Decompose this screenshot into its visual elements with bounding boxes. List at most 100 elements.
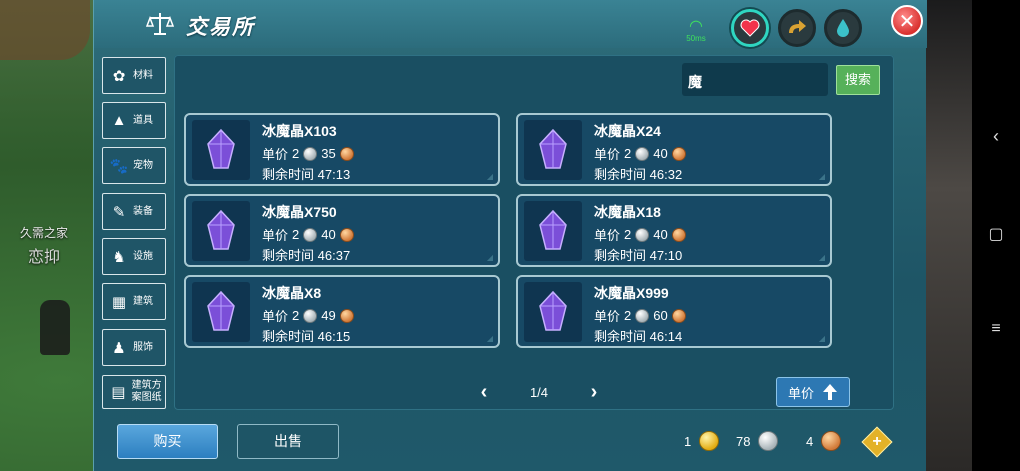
listing-time: 剩余时间 46:14 <box>594 326 682 345</box>
time-value: 46:14 <box>649 329 683 344</box>
sort-label: 单价 <box>787 385 814 401</box>
price-label: 单价 <box>262 228 289 243</box>
listing-time: 剩余时间 46:15 <box>262 326 350 345</box>
ice-crystal-icon <box>524 120 582 180</box>
exchange-panel: 交易所 ◠ 50ms ✕ ✿ 材料 ▲ 道具 🐾 宠物 ✎ 装备 ♞ 设施 ▦ … <box>93 0 927 471</box>
wallet-silver: 78 <box>736 431 779 451</box>
copper-coin-icon <box>821 431 842 451</box>
listing-name: 冰魔晶X8 <box>262 285 322 301</box>
sidebar-item-label: 设施 <box>133 250 153 262</box>
player-guild: 久需之家 <box>19 226 68 240</box>
add-currency-button[interactable]: + <box>861 426 893 458</box>
listing-price: 单价 2 49 <box>262 306 354 325</box>
back-icon[interactable]: ‹ <box>972 126 1020 147</box>
silver-coin-icon <box>635 227 650 242</box>
price-label: 单价 <box>594 309 621 324</box>
copper-coin-icon <box>339 227 354 242</box>
android-nav-bar: ‹ ▢ ≡ <box>972 0 1020 471</box>
copper-coin-icon <box>339 308 354 323</box>
home-icon[interactable]: ▢ <box>972 224 1020 244</box>
sidebar-item-facilities[interactable]: ♞ 设施 <box>102 238 166 275</box>
search-input[interactable]: 魔 <box>682 63 828 96</box>
sidebar-item-label: 道具 <box>133 114 153 126</box>
sort-by-price-button[interactable]: 单价 <box>776 377 850 407</box>
copper-balance: 4 <box>806 433 814 449</box>
stamina-gauge[interactable] <box>778 9 816 47</box>
corner-mark-icon: ◢ <box>486 172 493 181</box>
prev-page-icon[interactable]: ‹ <box>474 381 494 404</box>
listing-card[interactable]: 冰魔晶X18 单价 2 40 剩余时间 47:10 ◢ <box>516 194 832 267</box>
silver-coin-icon <box>635 146 650 161</box>
listing-price: 单价 2 60 <box>594 306 686 325</box>
time-label: 剩余时间 <box>594 329 647 344</box>
materials-icon: ✿ <box>112 67 126 85</box>
wallet-copper: 4 <box>806 431 842 451</box>
sidebar-item-clothing[interactable]: ♟ 服饰 <box>102 329 166 366</box>
time-label: 剩余时间 <box>594 167 647 182</box>
clothing-icon: ♟ <box>112 339 126 357</box>
gold-coin-icon <box>699 431 720 451</box>
sidebar-item-pets[interactable]: 🐾 宠物 <box>102 147 166 184</box>
corner-mark-icon: ◢ <box>486 253 493 262</box>
tab-buy[interactable]: 购买 <box>117 424 218 459</box>
time-label: 剩余时间 <box>262 329 315 344</box>
sidebar-item-label: 宠物 <box>133 159 153 171</box>
sidebar-item-tools[interactable]: ▲ 道具 <box>102 102 166 139</box>
copper-coin-icon <box>339 146 354 161</box>
sidebar-item-equipment[interactable]: ✎ 装备 <box>102 193 166 230</box>
time-value: 46:37 <box>317 248 351 263</box>
listing-time: 剩余时间 46:37 <box>262 245 350 264</box>
tab-sell[interactable]: 出售 <box>237 424 339 459</box>
copper-amount: 40 <box>321 227 336 242</box>
water-gauge[interactable] <box>824 9 862 47</box>
scales-icon <box>146 13 174 35</box>
paw-icon: 🐾 <box>109 157 129 175</box>
health-gauge[interactable] <box>731 9 769 47</box>
time-label: 剩余时间 <box>262 248 315 263</box>
wifi-icon: ◠ <box>689 18 703 35</box>
listing-card[interactable]: 冰魔晶X999 单价 2 60 剩余时间 46:14 ◢ <box>516 275 832 348</box>
close-button[interactable]: ✕ <box>891 5 923 37</box>
gold-amount: 1 <box>684 433 692 449</box>
menu-icon[interactable]: ≡ <box>972 320 1020 338</box>
silver-amount: 2 <box>624 227 632 242</box>
copper-amount: 35 <box>321 146 336 161</box>
listing-price: 单价 2 40 <box>594 144 686 163</box>
stamina-arrow-icon <box>789 20 806 33</box>
listing-time: 剩余时间 47:10 <box>594 245 682 264</box>
price-label: 单价 <box>594 147 621 162</box>
time-label: 剩余时间 <box>594 248 647 263</box>
facility-icon: ♞ <box>112 248 126 266</box>
heart-icon <box>740 19 760 37</box>
copper-amount: 40 <box>653 146 668 161</box>
silver-coin-icon <box>303 227 318 242</box>
sidebar-item-blueprints[interactable]: ▤ 建筑方案图纸 <box>102 375 166 409</box>
sidebar-item-materials[interactable]: ✿ 材料 <box>102 57 166 94</box>
listing-time: 剩余时间 47:13 <box>262 164 350 183</box>
listing-name: 冰魔晶X24 <box>594 123 661 139</box>
tool-icon: ▲ <box>111 112 127 129</box>
building-icon: ▦ <box>111 293 127 311</box>
price-label: 单价 <box>262 147 289 162</box>
close-icon: ✕ <box>898 10 916 33</box>
silver-amount: 2 <box>292 227 300 242</box>
corner-mark-icon: ◢ <box>818 334 825 343</box>
water-drop-icon <box>837 19 849 37</box>
listing-card[interactable]: 冰魔晶X24 单价 2 40 剩余时间 46:32 ◢ <box>516 113 832 186</box>
listing-area: 魔 搜索 冰魔晶X103 单价 2 35 剩余时间 47:13 ◢ 冰魔晶X24… <box>174 55 894 410</box>
sidebar-item-buildings[interactable]: ▦ 建筑 <box>102 283 166 320</box>
listing-card[interactable]: 冰魔晶X750 单价 2 40 剩余时间 46:37 ◢ <box>184 194 500 267</box>
copper-coin-icon <box>671 308 686 323</box>
search-button[interactable]: 搜索 <box>836 65 880 95</box>
silver-amount: 2 <box>292 146 300 161</box>
silver-amount: 2 <box>624 146 632 161</box>
copper-coin-icon <box>671 146 686 161</box>
listing-card[interactable]: 冰魔晶X103 单价 2 35 剩余时间 47:13 ◢ <box>184 113 500 186</box>
player-name: 恋抑 <box>27 247 60 266</box>
copper-amount: 60 <box>653 308 668 323</box>
silver-coin-icon <box>758 431 779 451</box>
equipment-icon: ✎ <box>112 203 126 221</box>
time-value: 46:32 <box>649 167 683 182</box>
listing-card[interactable]: 冰魔晶X8 单价 2 49 剩余时间 46:15 ◢ <box>184 275 500 348</box>
next-page-icon[interactable]: › <box>584 381 604 404</box>
